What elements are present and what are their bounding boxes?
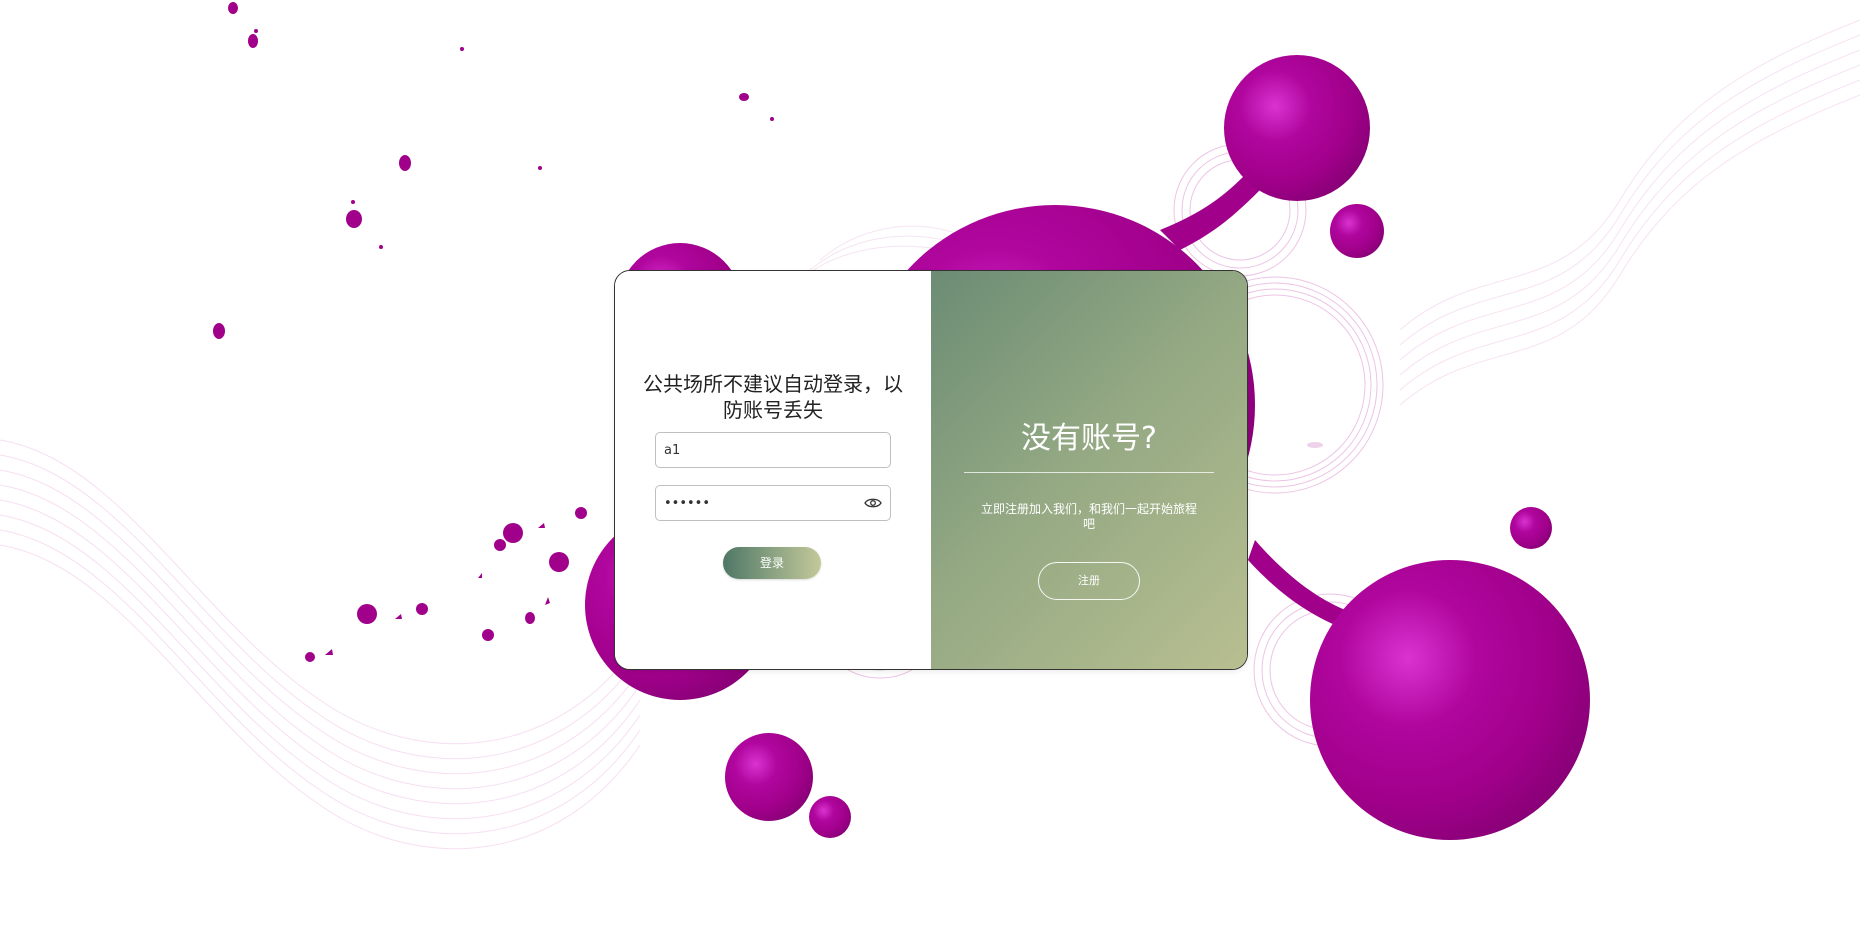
register-panel: 没有账号? 立即注册加入我们，和我们一起开始旅程吧 注册: [931, 271, 1247, 669]
login-button[interactable]: 登录: [723, 547, 821, 579]
register-button[interactable]: 注册: [1038, 562, 1140, 600]
password-input[interactable]: [656, 486, 862, 520]
register-panel-description: 立即注册加入我们，和我们一起开始旅程吧: [980, 502, 1197, 531]
register-panel-title: 没有账号?: [1021, 421, 1157, 456]
auto-login-notice: 公共场所不建议自动登录，以防账号丢失: [643, 372, 903, 422]
username-field[interactable]: [655, 432, 891, 468]
login-panel: 公共场所不建议自动登录，以防账号丢失 登录: [615, 271, 931, 669]
password-field[interactable]: [655, 485, 891, 521]
divider: [964, 472, 1214, 473]
login-card: 公共场所不建议自动登录，以防账号丢失 登录 没有账号? 立即注册加入我们，和我们…: [614, 270, 1248, 670]
eye-icon[interactable]: [864, 496, 882, 510]
username-input[interactable]: [656, 433, 862, 467]
login-page: 公共场所不建议自动登录，以防账号丢失 登录 没有账号? 立即注册加入我们，和我们…: [0, 0, 1860, 938]
